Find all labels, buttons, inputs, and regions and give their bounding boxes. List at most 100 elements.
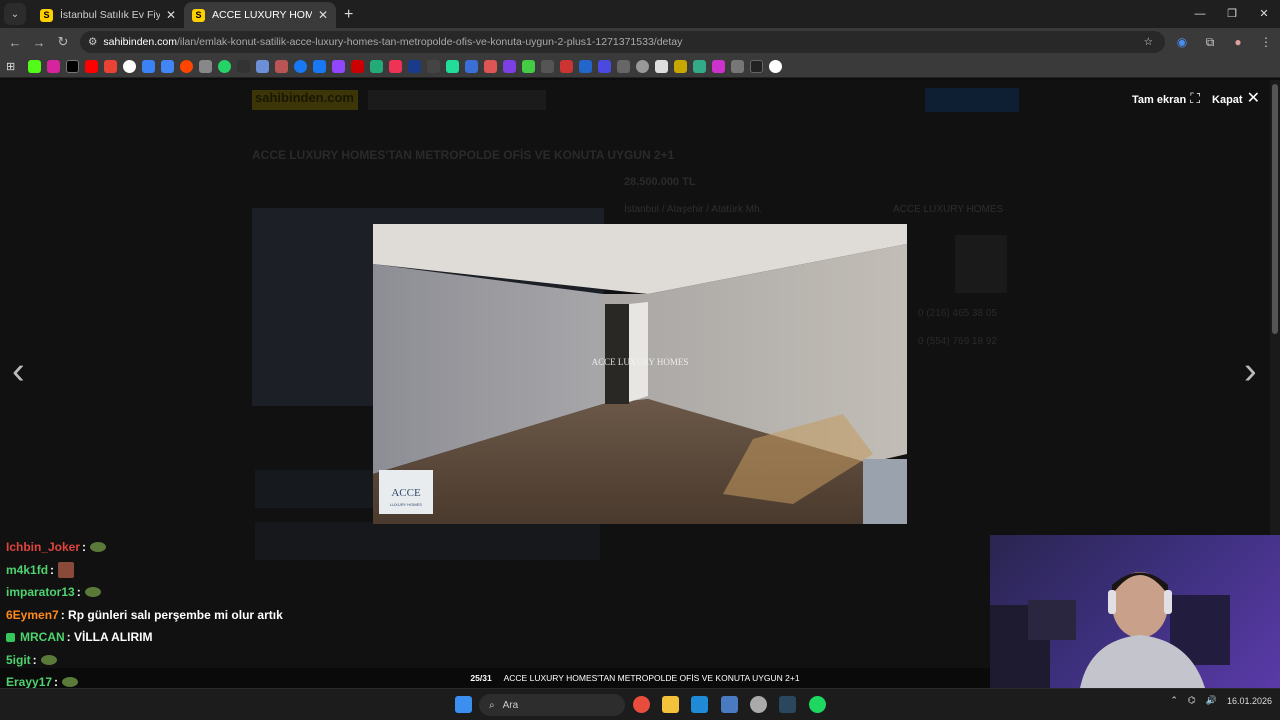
agent-photo (955, 235, 1007, 293)
bookmark-translate-icon[interactable] (161, 60, 175, 73)
bookmark-site-icon[interactable] (541, 60, 555, 73)
bookmark-site-icon[interactable] (674, 60, 688, 73)
bookmark-site-icon[interactable] (465, 60, 479, 73)
chat-emote-icon (40, 654, 57, 665)
bookmark-site-icon[interactable] (199, 60, 213, 73)
close-icon: ✕ (1246, 90, 1260, 107)
minimize-icon[interactable]: — (1184, 0, 1216, 28)
scrollbar-thumb[interactable] (1272, 84, 1278, 334)
bookmark-site-icon[interactable] (769, 60, 783, 73)
apps-grid-icon[interactable]: ⊞ (6, 60, 15, 73)
bookmark-site-icon[interactable] (351, 60, 365, 73)
extension-icon[interactable]: ◉ (1168, 35, 1196, 49)
windows-start-icon[interactable] (455, 696, 472, 713)
bookmark-site-icon[interactable] (370, 60, 384, 73)
tab-listing-detail[interactable]: S ACCE LUXURY HOMES'TAN ME ✕ (184, 2, 336, 28)
profile-avatar-icon[interactable]: ● (1224, 35, 1252, 49)
chat-message: m4k1fd: (6, 559, 426, 582)
bookmark-x-icon[interactable] (66, 60, 80, 73)
address-bar[interactable]: ⚙ sahibinden.com /ilan/emlak-konut-satil… (80, 31, 1165, 53)
bookmark-site-icon[interactable] (655, 60, 669, 73)
close-tab-icon[interactable]: ✕ (166, 8, 176, 22)
bookmark-site-icon[interactable] (636, 60, 650, 73)
bookmark-site-icon[interactable] (142, 60, 156, 73)
chat-username: 6Eymen7 (6, 607, 59, 622)
app-icon[interactable] (750, 696, 767, 713)
tray-chevron-icon[interactable]: ⌃ (1170, 695, 1178, 706)
extensions-puzzle-icon[interactable]: ⧉ (1196, 35, 1224, 50)
listing-title: ACCE LUXURY HOMES'TAN METROPOLDE OFİS VE… (252, 148, 675, 162)
network-icon[interactable]: ⌬ (1188, 695, 1196, 706)
file-explorer-icon[interactable] (662, 696, 679, 713)
close-tab-icon[interactable]: ✕ (318, 8, 328, 22)
agency-name: ACCE LUXURY HOMES (893, 204, 1004, 215)
chat-separator: : (32, 652, 37, 667)
bookmark-gmail-icon[interactable] (104, 60, 118, 73)
bookmark-site-icon[interactable] (446, 60, 460, 73)
bookmark-site-icon[interactable] (484, 60, 498, 73)
chat-separator: : (66, 630, 75, 645)
bookmark-instagram-icon[interactable] (47, 60, 61, 73)
bookmark-star-icon[interactable]: ☆ (1144, 36, 1153, 48)
fullscreen-button[interactable]: Tam ekran ⛶ (1132, 90, 1200, 107)
photos-app-icon[interactable] (691, 696, 708, 713)
bookmark-google-icon[interactable] (123, 60, 137, 73)
new-tab-icon[interactable]: + (344, 6, 353, 24)
chat-separator: : (82, 540, 87, 555)
browser-toolbar: ← → ↻ ⚙ sahibinden.com /ilan/emlak-konut… (0, 28, 1280, 56)
listing-price: 28.500.000 TL (624, 176, 696, 188)
bookmark-site-icon[interactable] (693, 60, 707, 73)
gallery-top-controls: Tam ekran ⛶ Kapat ✕ (1132, 88, 1260, 108)
search-icon: ⌕ (489, 699, 495, 711)
previous-photo-arrow-icon[interactable]: ‹ (12, 350, 25, 393)
bookmark-site-icon[interactable] (750, 60, 764, 73)
chat-emote-icon (84, 587, 101, 598)
restore-icon[interactable]: ❐ (1216, 0, 1248, 28)
streamer-webcam (990, 535, 1280, 688)
reload-icon[interactable]: ↻ (51, 34, 75, 50)
moderator-badge-icon (6, 632, 15, 642)
bookmark-facebook-icon[interactable] (313, 60, 327, 73)
bookmark-site-icon[interactable] (408, 60, 422, 73)
bookmark-site-icon[interactable] (275, 60, 289, 73)
bookmark-site-icon[interactable] (389, 60, 403, 73)
bookmark-youtube-icon[interactable] (85, 60, 99, 73)
bookmark-site-icon[interactable] (731, 60, 745, 73)
close-window-icon[interactable]: ✕ (1248, 0, 1280, 28)
steam-icon[interactable] (779, 696, 796, 713)
back-icon[interactable]: ← (3, 35, 27, 50)
fullscreen-label: Tam ekran (1132, 93, 1187, 106)
chat-message: imparator13: (6, 581, 426, 604)
browser-menu-icon[interactable]: ⋮ (1252, 35, 1280, 49)
bookmark-site-icon[interactable] (522, 60, 536, 73)
bookmark-site-icon[interactable] (237, 60, 251, 73)
agency-phone-2: 0 (554) 769 18 92 (918, 336, 997, 347)
bookmark-site-icon[interactable] (294, 60, 308, 73)
next-photo-arrow-icon[interactable]: › (1244, 350, 1257, 393)
date-display[interactable]: 16.01.2026 (1227, 696, 1272, 706)
site-info-icon[interactable]: ⚙ (88, 36, 97, 48)
volume-icon[interactable]: 🔊 (1206, 695, 1217, 706)
bookmark-site-icon[interactable] (598, 60, 612, 73)
bookmark-site-icon[interactable] (427, 60, 441, 73)
tab-search-chevron-icon[interactable]: ⌄ (4, 3, 26, 25)
agency-phone-1: 0 (216) 465 38 05 (918, 308, 997, 319)
tab-listings[interactable]: S İstanbul Satılık Ev Fiyatları sahib ✕ (32, 2, 184, 28)
bookmark-site-icon[interactable] (579, 60, 593, 73)
bookmark-whatsapp-icon[interactable] (218, 60, 232, 73)
room-photo: ACCE LUXURY HOMES ACCE LUXURY HOMES (373, 224, 907, 524)
chrome-taskbar-icon[interactable] (633, 696, 650, 713)
forward-icon[interactable]: → (27, 35, 51, 50)
close-gallery-button[interactable]: Kapat ✕ (1212, 88, 1260, 108)
app-icon[interactable] (721, 696, 738, 713)
bookmark-site-icon[interactable] (712, 60, 726, 73)
bookmark-twitch-icon[interactable] (332, 60, 346, 73)
bookmark-site-icon[interactable] (560, 60, 574, 73)
taskbar-search[interactable]: ⌕ Ara (479, 694, 625, 716)
spotify-icon[interactable] (809, 696, 826, 713)
bookmark-kick-icon[interactable] (28, 60, 42, 73)
bookmark-site-icon[interactable] (503, 60, 517, 73)
bookmark-reddit-icon[interactable] (180, 60, 194, 73)
bookmark-site-icon[interactable] (617, 60, 631, 73)
bookmark-site-icon[interactable] (256, 60, 270, 73)
